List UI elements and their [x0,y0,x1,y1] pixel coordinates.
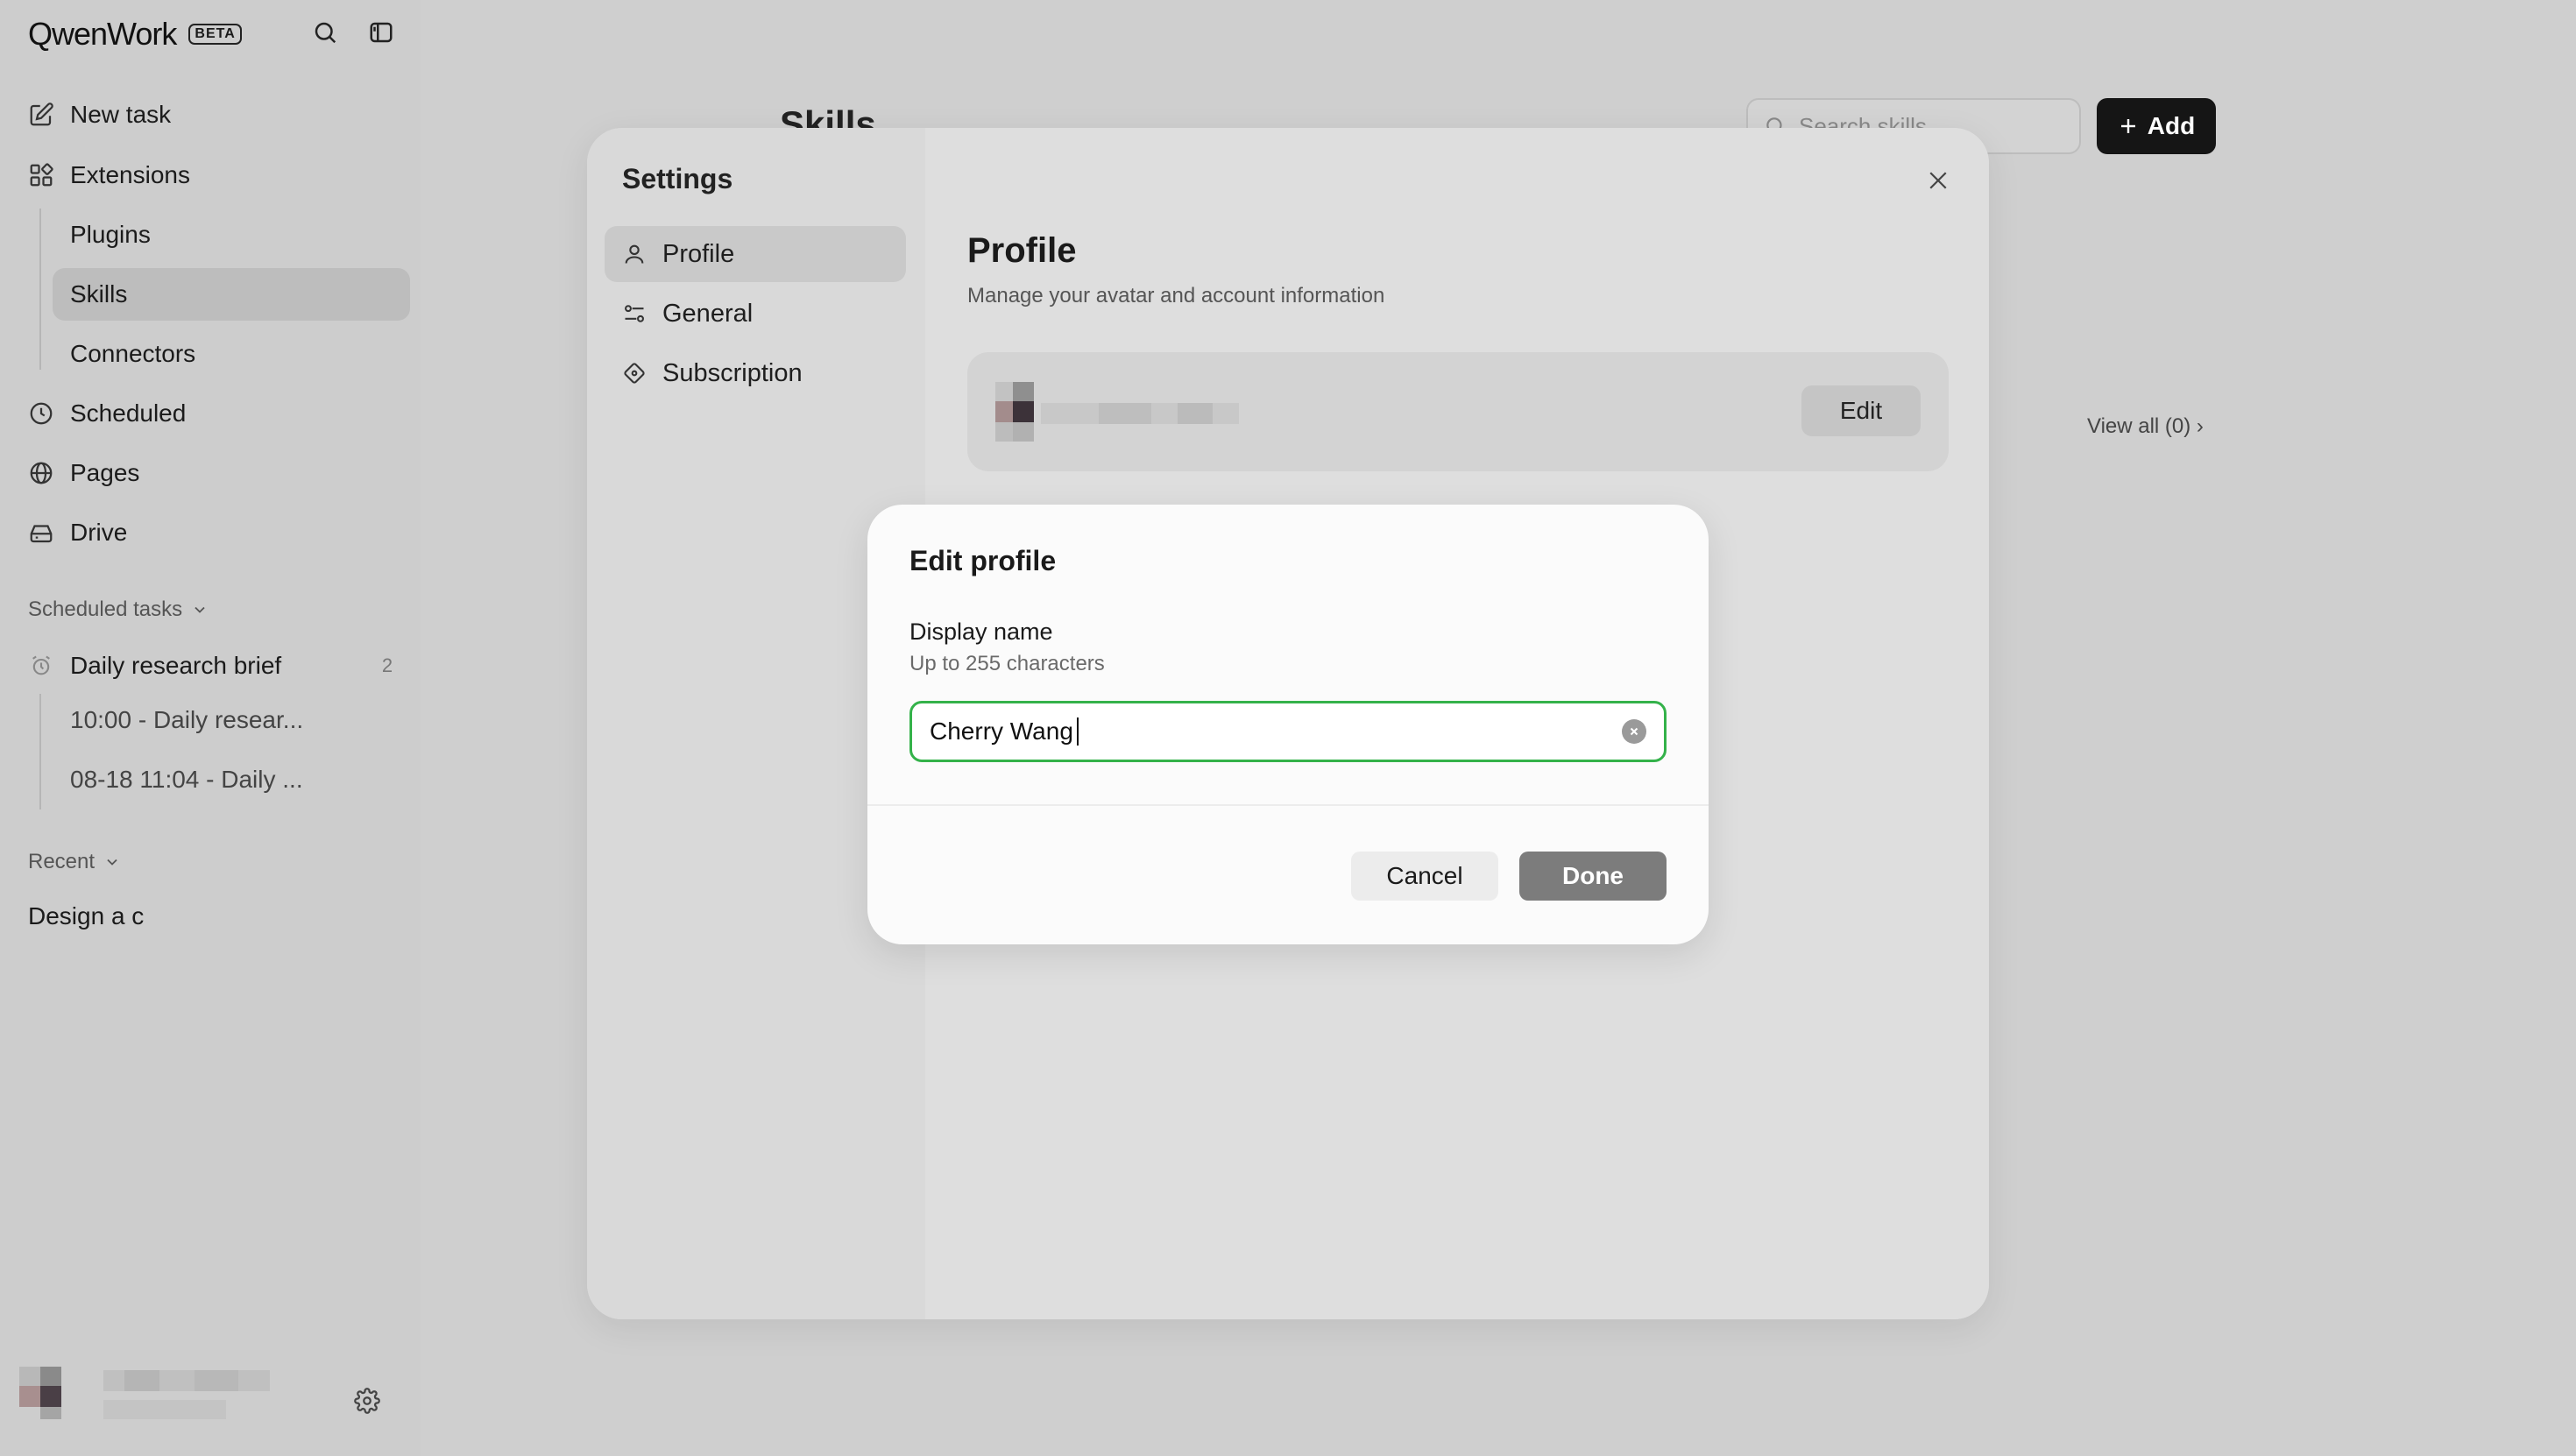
sidebar-item-skills[interactable]: Skills [53,268,410,321]
display-name-input[interactable] [930,703,1613,760]
profile-subtitle: Manage your avatar and account informati… [967,284,1385,307]
profile-heading: Profile [967,231,1077,270]
text-caret [1077,717,1079,746]
plus-icon [2120,119,2135,133]
tree-line [39,209,41,370]
close-icon[interactable] [1921,163,1956,198]
add-label: Add [2147,112,2196,139]
scheduled-task-count: 2 [381,654,393,676]
display-name-label: Display name [909,618,1053,645]
scheduled-run-item[interactable]: 10:00 - Daily resear... [70,706,303,734]
sidebar-item-drive[interactable]: Drive [26,506,410,559]
recent-label: Recent [28,850,96,873]
chevron-down-icon [107,859,117,866]
view-all-link[interactable]: View all (0) › [2087,414,2204,439]
settings-nav-label: Subscription [662,358,803,387]
recent-section[interactable]: Recent [28,850,121,874]
tree-line [39,694,41,809]
diamond-icon [624,363,645,384]
scheduled-tasks-section[interactable]: Scheduled tasks [28,597,209,622]
scheduled-tasks-label: Scheduled tasks [28,597,183,621]
clear-input-icon[interactable] [1622,719,1646,744]
extensions-label: Extensions [70,161,190,188]
scheduled-label: Scheduled [70,399,187,427]
skills-label: Skills [70,280,128,307]
divider [867,804,1709,806]
sidebar-item-scheduled[interactable]: Scheduled [26,387,410,440]
sidebar-toggle-icon[interactable] [364,16,398,49]
scheduled-task-name: Daily research brief [70,652,282,679]
cancel-button[interactable]: Cancel [1351,852,1498,901]
connectors-label: Connectors [70,340,196,367]
globe-icon [26,458,56,488]
sidebar-top-icons [308,16,398,49]
settings-title: Settings [622,163,733,194]
sidebar-item-extensions[interactable]: Extensions [26,149,410,201]
settings-nav-label: Profile [662,239,735,268]
clock-icon [26,399,56,428]
user-icon [625,244,644,264]
sidebar-item-pages[interactable]: Pages [26,447,410,499]
drive-icon [26,518,56,548]
add-skill-button[interactable]: Add [2097,98,2216,154]
sidebar: QwenWork BETA New task Extensions Plugin… [0,0,421,1456]
display-name-field [909,701,1667,762]
done-button[interactable]: Done [1519,852,1667,901]
pages-label: Pages [70,459,140,486]
profile-card: Edit [967,352,1949,471]
settings-nav-label: General [662,299,754,328]
chevron-down-icon [195,606,205,613]
scheduled-task-item[interactable]: Daily research brief 2 [26,641,403,690]
sidebar-item-plugins[interactable]: Plugins [53,209,410,261]
display-name-hint: Up to 255 characters [909,652,1105,675]
new-task-label: New task [70,101,172,128]
sliders-icon [625,305,644,322]
extensions-icon [26,160,56,190]
settings-nav-general[interactable]: General [605,286,906,342]
settings-nav-subscription[interactable]: Subscription [605,345,906,401]
recent-item[interactable]: Design a c [28,902,144,930]
scheduled-run-item[interactable]: 08-18 11:04 - Daily ... [70,766,303,794]
beta-badge: BETA [188,24,242,45]
edit-profile-button[interactable]: Edit [1801,385,1921,436]
new-task-button[interactable]: New task [26,88,410,141]
settings-nav-profile[interactable]: Profile [605,226,906,282]
gear-icon[interactable] [349,1382,386,1419]
edit-icon [26,100,56,130]
sidebar-item-connectors[interactable]: Connectors [53,328,410,380]
alarm-icon [26,651,56,681]
brand: QwenWork BETA [28,16,242,53]
drive-label: Drive [70,519,128,546]
dialog-title: Edit profile [909,545,1057,576]
edit-profile-dialog: Edit profile Display name Up to 255 char… [867,505,1709,944]
app-name: QwenWork [28,16,177,52]
search-icon[interactable] [308,16,342,49]
plugins-label: Plugins [70,221,151,248]
